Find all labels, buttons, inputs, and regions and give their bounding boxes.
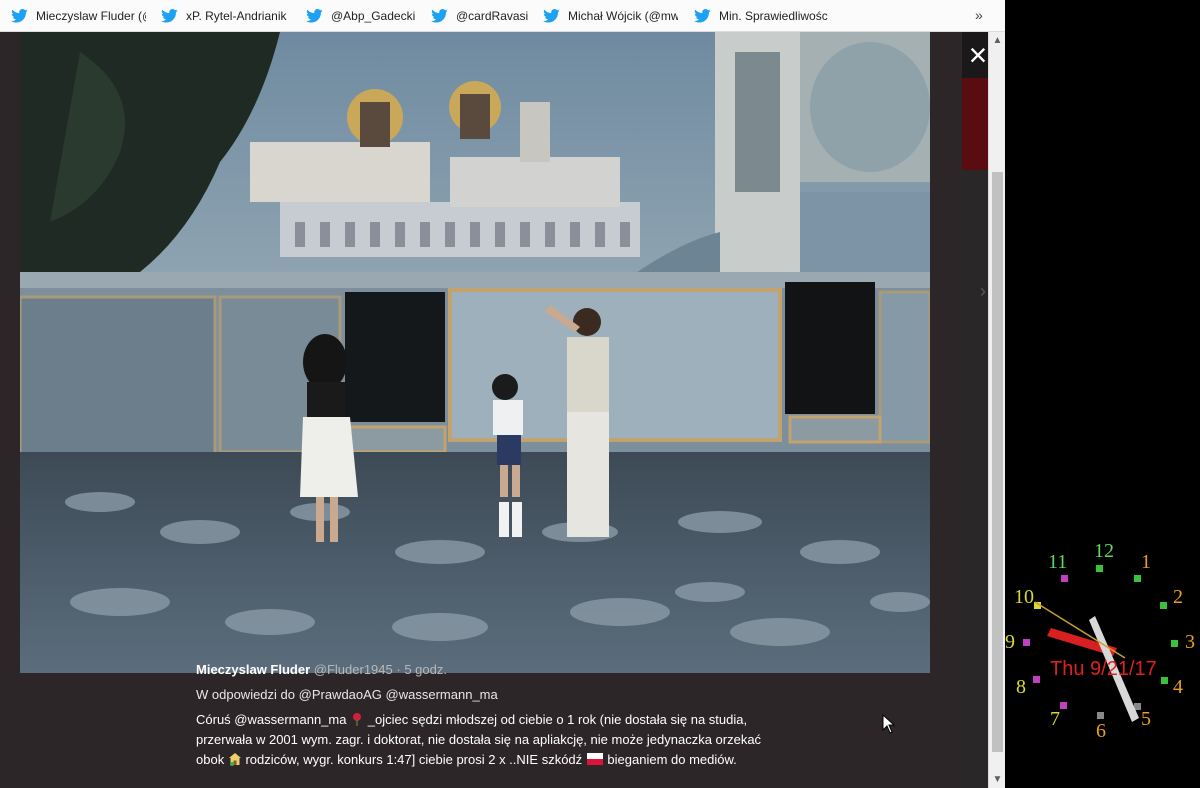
mention-link[interactable]: @PrawdaoAG — [299, 687, 382, 702]
bookmarks-bar: Mieczyslaw Fluder (@ xP. Rytel-Andrianik… — [0, 0, 1005, 32]
scrollbar[interactable]: ▲ ▼ — [988, 32, 1005, 788]
bookmark-label: @Abp_Gadecki — [331, 8, 416, 23]
reply-line: W odpowiedzi do @PrawdaoAG @wassermann_m… — [196, 685, 776, 705]
bookmarks-overflow-button[interactable]: » — [975, 7, 983, 23]
poland-flag-icon — [586, 753, 603, 765]
twitter-icon — [11, 8, 28, 23]
clock-number: 8 — [1016, 676, 1026, 698]
bookmark-label: Mieczyslaw Fluder (@ — [36, 8, 146, 23]
bookmark-item[interactable]: @Abp_Gadecki — [306, 0, 416, 32]
reply-prefix: W odpowiedzi do — [196, 687, 295, 702]
bookmark-item[interactable]: xP. Rytel-Andrianik — [161, 0, 296, 32]
screen: Mieczyslaw Fluder (@ xP. Rytel-Andrianik… — [0, 0, 1200, 788]
bookmark-label: Min. Sprawiedliwośc — [719, 8, 828, 23]
clock-number: 4 — [1173, 676, 1183, 698]
tweet-text: rodziców, wygr. konkurs 1:47] ciebie pro… — [245, 752, 583, 767]
tweet-text: bieganiem do mediów. — [607, 752, 737, 767]
tweet-header: Mieczyslaw Fluder @Fluder1945 · 5 godz. — [196, 660, 776, 680]
side-panel-block — [962, 78, 988, 170]
clock-face — [1023, 565, 1178, 722]
clock-date: Thu 9/21/17 — [1050, 658, 1157, 680]
clock-number: 6 — [1096, 720, 1106, 742]
tweet-photo[interactable] — [20, 32, 930, 673]
twitter-icon — [543, 8, 560, 23]
mouse-cursor-icon — [882, 714, 896, 734]
clock-number: 1 — [1141, 551, 1151, 573]
clock-number: 12 — [1094, 540, 1114, 562]
photo-image — [20, 32, 930, 673]
side-panel-block — [962, 170, 988, 788]
twitter-icon — [694, 8, 711, 23]
tweet-text: Córuś @wassermann_ma — [196, 712, 347, 727]
clock-number: 5 — [1141, 708, 1151, 730]
tweet-content: Mieczyslaw Fluder @Fluder1945 · 5 godz. … — [196, 660, 776, 770]
bookmark-item[interactable]: Min. Sprawiedliwośc — [694, 0, 829, 32]
clock-number: 3 — [1185, 631, 1195, 653]
tweet-body: Córuś @wassermann_ma _ojciec sędzi młods… — [196, 710, 776, 770]
clock-number: 2 — [1173, 586, 1183, 608]
scrollbar-thumb[interactable] — [992, 172, 1003, 752]
clock-gadget[interactable] — [1005, 540, 1200, 750]
tweet-time[interactable]: 5 godz. — [404, 662, 447, 677]
clock-number: 10 — [1014, 586, 1034, 608]
twitter-icon — [161, 8, 178, 23]
clock-number: 7 — [1050, 708, 1060, 730]
clock-number: 9 — [1005, 631, 1015, 653]
bookmark-item[interactable]: Mieczyslaw Fluder (@ — [11, 0, 146, 32]
bookmark-label: @cardRavasi — [456, 8, 529, 23]
twitter-icon — [306, 8, 323, 23]
time-separator: · — [396, 662, 401, 677]
bookmark-item[interactable]: Michał Wójcik (@mw — [543, 0, 678, 32]
house-icon — [228, 753, 241, 766]
scroll-up-icon[interactable]: ▲ — [989, 32, 1006, 49]
bookmark-label: Michał Wójcik (@mw — [568, 8, 678, 23]
author-handle[interactable]: @Fluder1945 — [314, 662, 393, 677]
scroll-down-icon[interactable]: ▼ — [989, 771, 1006, 788]
second-hand — [1034, 601, 1126, 659]
twitter-icon — [431, 8, 448, 23]
rose-icon — [353, 713, 362, 726]
bookmark-item[interactable]: @cardRavasi — [431, 0, 531, 32]
mention-link[interactable]: @wassermann_ma — [386, 687, 498, 702]
author-name[interactable]: Mieczyslaw Fluder — [196, 662, 310, 677]
clock-number: 11 — [1048, 551, 1068, 573]
bookmark-label: xP. Rytel-Andrianik — [186, 8, 287, 23]
